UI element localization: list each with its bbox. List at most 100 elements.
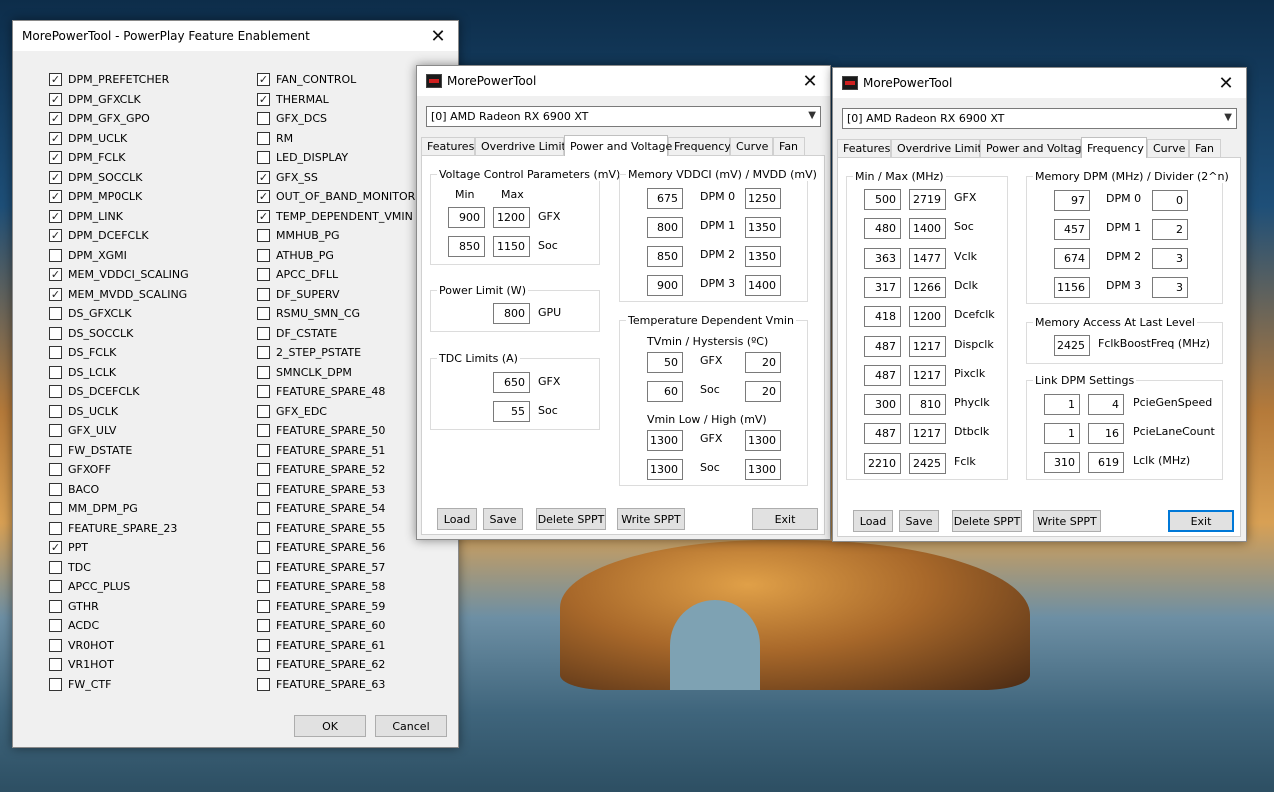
tvmin-soc-a[interactable]: 60 <box>647 381 683 402</box>
feature-checkbox[interactable]: FW_DSTATE <box>49 443 132 457</box>
feature-checkbox[interactable]: FEATURE_SPARE_52 <box>257 463 385 476</box>
checkbox-box[interactable] <box>49 677 62 691</box>
link-a-field[interactable]: 310 <box>1044 452 1080 473</box>
feature-checkbox[interactable]: FEATURE_SPARE_23 <box>49 521 177 535</box>
tvmin-soc-b[interactable]: 20 <box>745 381 781 402</box>
checkbox-box[interactable] <box>257 677 270 691</box>
feature-checkbox[interactable]: FEATURE_SPARE_50 <box>257 424 385 437</box>
clk-min-field[interactable]: 300 <box>864 394 901 416</box>
feature-checkbox[interactable]: GFX_DCS <box>257 112 327 125</box>
clk-min-field[interactable]: 487 <box>864 335 901 357</box>
tdc-soc-field[interactable]: 55 <box>493 401 530 422</box>
feature-checkbox[interactable]: FEATURE_SPARE_53 <box>257 482 385 496</box>
checkbox-box[interactable] <box>257 560 270 574</box>
tab-fan[interactable]: Fan <box>773 137 805 155</box>
checkbox-box[interactable] <box>49 599 62 613</box>
mem-dpm-field[interactable]: 457 <box>1054 219 1090 240</box>
tab-overdrive-limits[interactable]: Overdrive Limits <box>891 139 988 157</box>
clk-max-field[interactable]: 2425 <box>909 452 946 474</box>
feature-checkbox[interactable]: FEATURE_SPARE_63 <box>257 677 385 691</box>
tdc-gfx-field[interactable]: 650 <box>493 372 530 393</box>
soc-min-field[interactable]: 850 <box>448 236 485 257</box>
feature-checkbox[interactable]: FEATURE_SPARE_60 <box>257 619 385 632</box>
checkbox-box[interactable] <box>257 541 270 554</box>
checkbox-box[interactable] <box>49 424 62 437</box>
feature-checkbox[interactable]: 2_STEP_PSTATE <box>257 346 361 359</box>
mvdd-field[interactable]: 1250 <box>745 188 781 209</box>
checkbox-box[interactable] <box>49 307 62 320</box>
checkbox-box[interactable] <box>257 346 270 359</box>
feature-checkbox[interactable]: FEATURE_SPARE_48 <box>257 385 385 398</box>
feature-checkbox[interactable]: DS_LCLK <box>49 365 116 379</box>
vddci-field[interactable]: 800 <box>647 217 683 238</box>
link-a-field[interactable]: 1 <box>1044 394 1080 415</box>
checkbox-box[interactable]: ✓ <box>49 209 62 223</box>
clk-max-field[interactable]: 2719 <box>909 189 946 210</box>
link-b-field[interactable]: 619 <box>1088 452 1124 473</box>
tab-power-and-voltage[interactable]: Power and Voltage <box>564 135 672 156</box>
feature-checkbox[interactable]: ✓ OUT_OF_BAND_MONITOR <box>257 190 415 203</box>
feature-checkbox[interactable]: ✓ GFX_SS <box>257 170 318 184</box>
checkbox-box[interactable] <box>49 619 62 632</box>
checkbox-box[interactable]: ✓ <box>257 209 270 223</box>
feature-checkbox[interactable]: APCC_PLUS <box>49 580 130 593</box>
feature-checkbox[interactable]: FEATURE_SPARE_61 <box>257 638 385 652</box>
checkbox-box[interactable] <box>257 248 270 262</box>
checkbox-box[interactable] <box>257 638 270 652</box>
tvmin-gfx-b[interactable]: 20 <box>745 352 781 373</box>
vddci-field[interactable]: 850 <box>647 246 683 267</box>
checkbox-box[interactable]: ✓ <box>49 170 62 184</box>
delete-sppt-button[interactable]: Delete SPPT <box>536 508 606 530</box>
checkbox-box[interactable]: ✓ <box>49 151 62 164</box>
feature-checkbox[interactable]: FEATURE_SPARE_51 <box>257 443 385 457</box>
checkbox-box[interactable] <box>257 658 270 671</box>
close-icon[interactable]: ✕ <box>418 21 458 51</box>
gfx-min-field[interactable]: 900 <box>448 207 485 228</box>
feature-checkbox[interactable]: MMHUB_PG <box>257 229 340 242</box>
tvmin-gfx-a[interactable]: 50 <box>647 352 683 373</box>
feature-checkbox[interactable]: ✓ DPM_MP0CLK <box>49 190 142 203</box>
clk-max-field[interactable]: 1400 <box>909 218 946 240</box>
feature-checkbox[interactable]: ✓ THERMAL <box>257 92 329 106</box>
checkbox-box[interactable] <box>49 658 62 671</box>
vmin-gfx-a[interactable]: 1300 <box>647 430 683 451</box>
checkbox-box[interactable] <box>257 385 270 398</box>
checkbox-box[interactable] <box>257 443 270 457</box>
ok-button[interactable]: OK <box>294 715 366 737</box>
checkbox-box[interactable] <box>49 385 62 398</box>
gfx-max-field[interactable]: 1200 <box>493 207 530 228</box>
checkbox-box[interactable] <box>257 229 270 242</box>
save-button[interactable]: Save <box>899 510 939 532</box>
checkbox-box[interactable] <box>257 619 270 632</box>
feature-checkbox[interactable]: DS_UCLK <box>49 404 118 418</box>
checkbox-box[interactable] <box>257 307 270 320</box>
checkbox-box[interactable] <box>49 248 62 262</box>
checkbox-box[interactable]: ✓ <box>257 92 270 106</box>
tab-overdrive-limits[interactable]: Overdrive Limits <box>475 137 572 155</box>
checkbox-box[interactable]: ✓ <box>49 268 62 281</box>
checkbox-box[interactable] <box>49 404 62 418</box>
checkbox-box[interactable]: ✓ <box>49 229 62 242</box>
vmin-soc-a[interactable]: 1300 <box>647 459 683 480</box>
divider-field[interactable]: 0 <box>1152 190 1188 211</box>
checkbox-box[interactable] <box>257 287 270 301</box>
feature-checkbox[interactable]: ✓ DPM_DCEFCLK <box>49 229 149 242</box>
vmin-gfx-b[interactable]: 1300 <box>745 430 781 451</box>
checkbox-box[interactable] <box>257 112 270 125</box>
tab-features[interactable]: Features <box>421 137 475 155</box>
feature-checkbox[interactable]: GFX_ULV <box>49 424 116 437</box>
feature-checkbox[interactable]: ACDC <box>49 619 99 632</box>
clk-min-field[interactable]: 487 <box>864 364 901 386</box>
feature-checkbox[interactable]: FEATURE_SPARE_55 <box>257 521 385 535</box>
feature-checkbox[interactable]: FEATURE_SPARE_56 <box>257 541 385 554</box>
vddci-field[interactable]: 675 <box>647 188 683 209</box>
feature-checkbox[interactable]: BACO <box>49 482 99 496</box>
clk-min-field[interactable]: 487 <box>864 423 901 445</box>
tab-power-and-voltage[interactable]: Power and Voltage <box>980 139 1088 157</box>
tab-curve[interactable]: Curve <box>730 137 773 155</box>
clk-min-field[interactable]: 317 <box>864 276 901 298</box>
checkbox-box[interactable] <box>257 151 270 164</box>
load-button[interactable]: Load <box>437 508 477 530</box>
feature-checkbox[interactable]: FEATURE_SPARE_59 <box>257 599 385 613</box>
clk-max-field[interactable]: 1200 <box>909 306 946 328</box>
